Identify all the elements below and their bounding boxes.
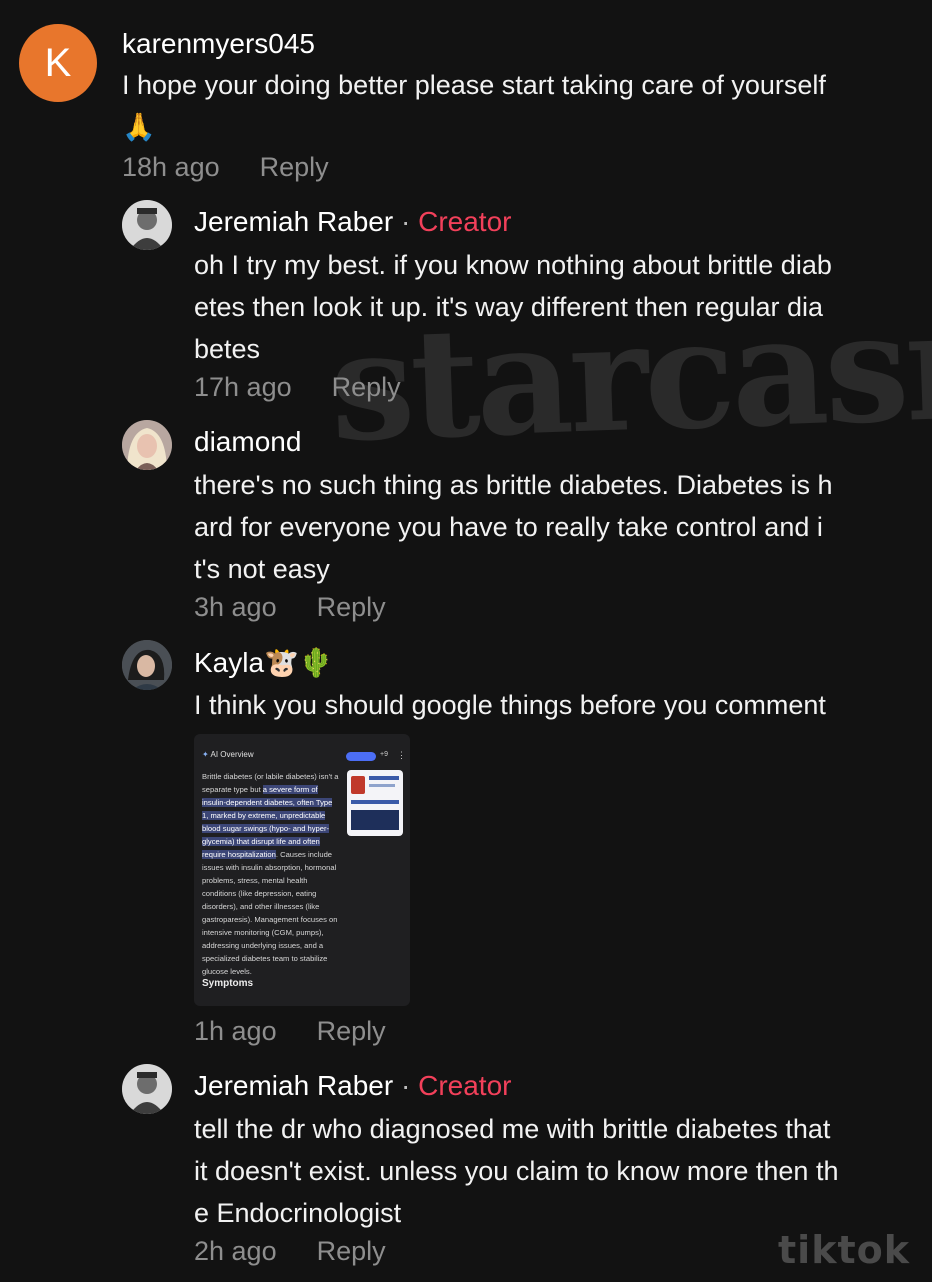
username-link[interactable]: Jeremiah Raber	[194, 1070, 393, 1101]
comment-timestamp: 2h ago	[194, 1236, 277, 1266]
comment-text: there's no such thing as brittle diabete…	[194, 470, 833, 584]
folded-hands-emoji: 🙏	[122, 112, 156, 142]
avatar[interactable]	[122, 1064, 172, 1114]
avatar[interactable]	[122, 420, 172, 470]
comment-text: oh I try my best. if you know nothing ab…	[194, 250, 832, 364]
more-options-icon: ⋮	[397, 750, 406, 760]
tiktok-watermark: tiktok	[778, 1228, 911, 1272]
comment-text: tell the dr who diagnosed me with brittl…	[194, 1114, 839, 1228]
source-icons	[346, 752, 376, 761]
comment-meta: 2h ago Reply	[194, 1236, 386, 1267]
comment-meta: 18h ago Reply	[122, 152, 329, 183]
comment-meta: 1h ago Reply	[194, 1016, 386, 1047]
comment-meta: 3h ago Reply	[194, 592, 386, 623]
comment-text: I hope your doing better please start ta…	[122, 64, 912, 148]
reply-button[interactable]: Reply	[317, 1016, 386, 1046]
creator-badge: Creator	[418, 206, 512, 237]
reply-button[interactable]: Reply	[332, 372, 401, 402]
comment-timestamp: 1h ago	[194, 1016, 277, 1046]
avatar[interactable]	[122, 200, 172, 250]
reply-button[interactable]: Reply	[317, 592, 386, 622]
source-thumbnail	[347, 770, 403, 836]
username-link[interactable]: Jeremiah Raber	[194, 206, 393, 237]
comment-username[interactable]: diamond	[194, 426, 301, 458]
comment-timestamp: 17h ago	[194, 372, 292, 402]
comment-username: Jeremiah Raber · Creator	[194, 1070, 512, 1101]
comment-username[interactable]: karenmyers045	[122, 28, 315, 60]
comment-timestamp: 3h ago	[194, 592, 277, 622]
source-count: +9	[380, 751, 388, 758]
comment-timestamp: 18h ago	[122, 152, 220, 182]
sparkle-icon: ✦	[202, 750, 209, 759]
avatar[interactable]: K	[19, 24, 97, 102]
reply-button[interactable]: Reply	[260, 152, 329, 182]
comment-meta: 17h ago Reply	[194, 372, 401, 403]
comment-username[interactable]: Kayla🐮🌵	[194, 646, 334, 679]
comment-username: Jeremiah Raber · Creator	[194, 206, 512, 237]
comment-text: I think you should google things before …	[194, 690, 826, 720]
attached-screenshot[interactable]: ✦ AI Overview +9 ⋮ Brittle diabetes (or …	[194, 734, 410, 1006]
highlighted-text: a severe form of insulin-dependent diabe…	[202, 785, 333, 859]
section-heading: Symptoms	[202, 978, 254, 989]
avatar[interactable]	[122, 640, 172, 690]
creator-badge: Creator	[418, 1070, 512, 1101]
reply-button[interactable]: Reply	[317, 1236, 386, 1266]
ai-overview-header: ✦ AI Overview	[202, 750, 254, 759]
